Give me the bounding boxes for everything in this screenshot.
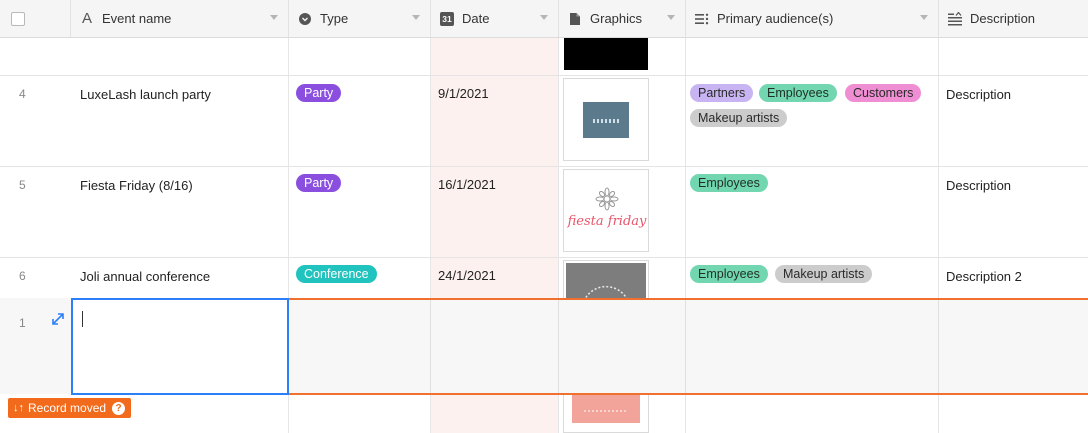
column-divider: [558, 298, 559, 394]
description-cell[interactable]: Description: [946, 87, 1011, 102]
column-header-date[interactable]: 31 Date: [431, 0, 559, 37]
audience-tag-makeup-artists: Makeup artists: [690, 109, 788, 127]
date-cell[interactable]: 16/1/2021: [438, 177, 496, 192]
column-divider: [685, 298, 686, 394]
chevron-down-icon[interactable]: [920, 15, 928, 20]
column-divider: [938, 298, 939, 394]
expand-record-icon[interactable]: [52, 313, 64, 328]
audience-tag-partners: Partners: [690, 84, 754, 102]
type-tag: Party: [296, 84, 342, 102]
moved-record-indicator-top: [288, 298, 1088, 300]
moved-record-indicator-bottom: [288, 393, 1088, 395]
sort-arrows-icon: ↓↑: [13, 402, 24, 414]
event-name-editor[interactable]: [71, 298, 289, 395]
column-header-description[interactable]: Description: [939, 0, 1088, 37]
graphic-image: [572, 395, 640, 423]
graphic-thumbnail-cropped[interactable]: [564, 38, 648, 70]
event-name-cell[interactable]: LuxeLash launch party: [80, 87, 211, 102]
audience-tag-makeup-artists: Makeup artists: [775, 265, 873, 283]
text-caret: [82, 311, 83, 327]
column-header-event-name[interactable]: A Event name: [71, 0, 289, 37]
graphic-thumbnail-cropped[interactable]: [563, 395, 649, 433]
audience-tag-employees: Employees: [690, 265, 768, 283]
row-select-header: [0, 0, 71, 37]
type-tag: Conference: [296, 265, 377, 283]
graphic-thumbnail[interactable]: [563, 260, 649, 300]
single-select-icon: [297, 11, 313, 27]
row-divider: [0, 257, 1088, 258]
record-moved-badge[interactable]: ↓↑ Record moved ?: [8, 398, 132, 418]
audience-tag-customers: Customers: [845, 84, 922, 102]
column-header-graphics[interactable]: Graphics: [559, 0, 686, 37]
chevron-down-icon[interactable]: [412, 15, 420, 20]
chevron-down-icon[interactable]: [667, 15, 675, 20]
audience-tag-employees: Employees: [690, 174, 768, 192]
graphic-logo-marks: [593, 119, 619, 123]
audience-tag-employees: Employees: [759, 84, 837, 102]
graphic-dotted-line: [584, 410, 628, 412]
column-header-type[interactable]: Type: [289, 0, 431, 37]
chevron-down-icon[interactable]: [270, 15, 278, 20]
calendar-day: 31: [440, 11, 454, 26]
graphic-image: [583, 102, 629, 138]
date-cell[interactable]: 9/1/2021: [438, 86, 489, 101]
chevron-down-icon[interactable]: [540, 15, 548, 20]
column-header-label: Graphics: [590, 11, 643, 26]
calendar-icon: 31: [439, 11, 455, 27]
column-header-label: Description: [970, 11, 1036, 26]
event-name-cell[interactable]: Joli annual conference: [80, 269, 210, 284]
column-header-bar: A Event name Type 31 Date Graphics Prima…: [0, 0, 1088, 38]
type-tag: Party: [296, 174, 342, 192]
data-grid: 4 LuxeLash launch party Party 9/1/2021 P…: [0, 0, 1088, 433]
row-number: 4: [19, 87, 26, 101]
column-header-label: Type: [320, 11, 349, 26]
column-header-primary-audience[interactable]: Primary audience(s): [686, 0, 939, 37]
date-cell[interactable]: 24/1/2021: [438, 268, 496, 283]
graphic-thumbnail[interactable]: [563, 78, 649, 161]
description-cell[interactable]: Description: [946, 178, 1011, 193]
attachment-file-icon: [567, 11, 583, 27]
row-number: 1: [19, 316, 26, 330]
column-divider: [430, 298, 431, 394]
column-header-label: Primary audience(s): [717, 11, 834, 26]
help-icon[interactable]: ?: [112, 401, 126, 415]
flower-icon: [595, 187, 619, 211]
graphic-caption: fiesta friday: [567, 214, 647, 229]
select-all-checkbox[interactable]: [11, 12, 25, 26]
column-header-label: Event name: [102, 11, 172, 26]
record-moved-label: Record moved: [28, 401, 107, 415]
long-text-icon: [947, 11, 963, 27]
text-field-icon: A: [81, 10, 92, 27]
graphic-thumbnail[interactable]: fiesta friday: [563, 169, 649, 252]
multiple-select-icon: [694, 11, 710, 27]
row-divider: [0, 166, 1088, 167]
column-header-label: Date: [462, 11, 490, 26]
graphic-arc-pattern: [583, 285, 629, 300]
row-number: 6: [19, 269, 26, 283]
row-number: 5: [19, 178, 26, 192]
graphic-image: [566, 263, 646, 300]
event-name-cell[interactable]: Fiesta Friday (8/16): [80, 178, 193, 193]
description-cell[interactable]: Description 2: [946, 269, 1022, 284]
row-divider: [0, 75, 1088, 76]
